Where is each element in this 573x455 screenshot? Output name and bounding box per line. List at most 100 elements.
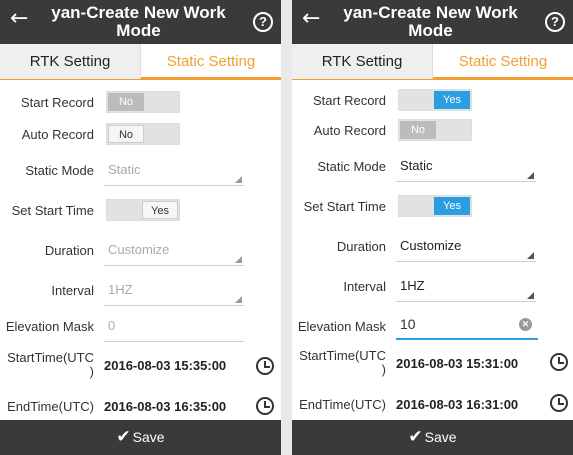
start-record-label: Start Record bbox=[313, 93, 386, 108]
tab-static-setting[interactable]: Static Setting bbox=[141, 44, 281, 79]
title-bar: ← yan-Create New Work Mode ? bbox=[292, 0, 573, 44]
start-time-label: StartTime(UTC bbox=[299, 348, 386, 363]
back-arrow-icon[interactable]: ← bbox=[302, 8, 320, 30]
static-mode-label: Static Mode bbox=[317, 159, 386, 174]
dropdown-caret-icon bbox=[235, 176, 242, 183]
duration-select[interactable]: Customize bbox=[396, 232, 536, 262]
static-mode-row: Static Mode Static bbox=[292, 152, 573, 182]
auto-record-no[interactable]: No bbox=[400, 121, 436, 139]
elevation-mask-input[interactable]: 0 bbox=[104, 312, 244, 342]
elevation-mask-input[interactable]: 10 ✕ bbox=[396, 312, 538, 340]
elevation-mask-row: Elevation Mask 0 bbox=[0, 312, 281, 342]
duration-value: Customize bbox=[400, 238, 462, 253]
start-time-value[interactable]: 2016-08-03 15:31:00 bbox=[396, 356, 518, 371]
interval-select[interactable]: 1HZ bbox=[396, 272, 536, 302]
clock-icon[interactable] bbox=[256, 397, 274, 415]
set-start-time-label: Set Start Time bbox=[303, 199, 386, 214]
static-mode-select[interactable]: Static bbox=[104, 156, 244, 186]
elevation-mask-label: Elevation Mask bbox=[5, 319, 94, 334]
checkmark-icon: ✔ bbox=[408, 427, 423, 447]
duration-row: Duration Customize bbox=[0, 236, 281, 266]
duration-label: Duration bbox=[336, 239, 386, 254]
elevation-mask-value: 0 bbox=[108, 318, 116, 333]
set-start-time-toggle[interactable]: Yes bbox=[106, 199, 180, 221]
static-mode-select[interactable]: Static bbox=[396, 152, 536, 182]
dropdown-caret-icon bbox=[527, 252, 534, 259]
start-record-row: Start Record Yes bbox=[292, 86, 573, 116]
start-time-label-cont: ) bbox=[89, 364, 94, 379]
interval-row: Interval 1HZ bbox=[292, 272, 573, 302]
tab-static-setting[interactable]: Static Setting bbox=[433, 44, 573, 79]
interval-label: Interval bbox=[51, 283, 94, 298]
end-time-row: EndTime(UTC) 2016-08-03 16:35:00 bbox=[0, 392, 281, 422]
elevation-mask-value: 10 bbox=[400, 316, 416, 332]
page-title: yan-Create New Work Mode bbox=[51, 3, 226, 40]
static-mode-value: Static bbox=[400, 158, 433, 173]
auto-record-no[interactable]: No bbox=[108, 125, 144, 143]
dropdown-caret-icon bbox=[527, 172, 534, 179]
dropdown-caret-icon bbox=[235, 256, 242, 263]
start-time-value[interactable]: 2016-08-03 15:35:00 bbox=[104, 358, 226, 373]
clear-icon[interactable]: ✕ bbox=[519, 318, 532, 331]
set-start-time-yes[interactable]: Yes bbox=[142, 201, 178, 219]
set-start-time-toggle[interactable]: Yes bbox=[398, 195, 472, 217]
interval-value: 1HZ bbox=[400, 278, 425, 293]
start-time-label: StartTime(UTC bbox=[7, 350, 94, 365]
tab-bar: RTK Setting Static Setting bbox=[0, 44, 281, 80]
auto-record-toggle[interactable]: No bbox=[106, 123, 180, 145]
help-icon[interactable]: ? bbox=[253, 12, 273, 32]
checkmark-icon: ✔ bbox=[116, 427, 131, 447]
tab-bar: RTK Setting Static Setting bbox=[292, 44, 573, 80]
start-record-label: Start Record bbox=[21, 95, 94, 110]
duration-label: Duration bbox=[44, 243, 94, 258]
screen-right: ← yan-Create New Work Mode ? RTK Setting… bbox=[292, 0, 573, 455]
interval-select[interactable]: 1HZ bbox=[104, 276, 244, 306]
auto-record-toggle[interactable]: No bbox=[398, 119, 472, 141]
static-mode-row: Static Mode Static bbox=[0, 156, 281, 186]
auto-record-label: Auto Record bbox=[21, 127, 94, 142]
save-button[interactable]: ✔ Save bbox=[292, 420, 573, 455]
clock-icon[interactable] bbox=[550, 394, 568, 412]
set-start-time-row: Set Start Time Yes bbox=[0, 196, 281, 226]
save-label: Save bbox=[132, 429, 165, 445]
start-time-label-cont: ) bbox=[381, 362, 386, 377]
end-time-value[interactable]: 2016-08-03 16:35:00 bbox=[104, 399, 226, 414]
start-record-yes[interactable]: Yes bbox=[434, 91, 470, 109]
tab-rtk-setting[interactable]: RTK Setting bbox=[292, 44, 433, 79]
static-mode-value: Static bbox=[108, 162, 141, 177]
dropdown-caret-icon bbox=[235, 296, 242, 303]
auto-record-label: Auto Record bbox=[313, 123, 386, 138]
static-mode-label: Static Mode bbox=[25, 163, 94, 178]
tab-rtk-setting[interactable]: RTK Setting bbox=[0, 44, 141, 79]
duration-value: Customize bbox=[108, 242, 170, 257]
screen-left: ← yan-Create New Work Mode ? RTK Setting… bbox=[0, 0, 281, 455]
interval-value: 1HZ bbox=[108, 282, 133, 297]
interval-row: Interval 1HZ bbox=[0, 276, 281, 306]
end-time-row: EndTime(UTC) 2016-08-03 16:31:00 bbox=[292, 390, 573, 420]
end-time-label: EndTime(UTC) bbox=[7, 399, 94, 414]
save-button[interactable]: ✔ Save bbox=[0, 420, 281, 455]
start-record-toggle[interactable]: No bbox=[106, 91, 180, 113]
duration-select[interactable]: Customize bbox=[104, 236, 244, 266]
start-record-row: Start Record No bbox=[0, 88, 281, 118]
start-record-toggle[interactable]: Yes bbox=[398, 89, 472, 111]
end-time-label: EndTime(UTC) bbox=[299, 397, 386, 412]
clock-icon[interactable] bbox=[256, 357, 274, 375]
auto-record-row: Auto Record No bbox=[292, 116, 573, 146]
clock-icon[interactable] bbox=[550, 353, 568, 371]
help-icon[interactable]: ? bbox=[545, 12, 565, 32]
duration-row: Duration Customize bbox=[292, 232, 573, 262]
elevation-mask-label: Elevation Mask bbox=[297, 319, 386, 334]
start-time-row: StartTime(UTC ) 2016-08-03 15:35:00 bbox=[0, 348, 281, 384]
start-record-no[interactable]: No bbox=[108, 93, 144, 111]
save-label: Save bbox=[424, 429, 457, 445]
start-time-row: StartTime(UTC ) 2016-08-03 15:31:00 bbox=[292, 346, 573, 382]
interval-label: Interval bbox=[343, 279, 386, 294]
set-start-time-yes[interactable]: Yes bbox=[434, 197, 470, 215]
back-arrow-icon[interactable]: ← bbox=[10, 8, 28, 30]
end-time-value[interactable]: 2016-08-03 16:31:00 bbox=[396, 397, 518, 412]
set-start-time-label: Set Start Time bbox=[11, 203, 94, 218]
page-title: yan-Create New Work Mode bbox=[343, 3, 518, 40]
auto-record-row: Auto Record No bbox=[0, 120, 281, 150]
dropdown-caret-icon bbox=[527, 292, 534, 299]
